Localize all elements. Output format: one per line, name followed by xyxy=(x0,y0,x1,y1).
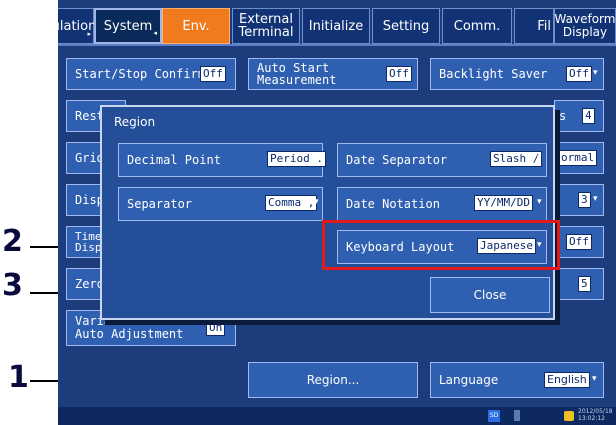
right-setting-row5-value[interactable]: Off xyxy=(566,234,592,250)
callout-marker-2: 2 xyxy=(2,224,23,259)
tab-waveform-display[interactable]: Waveform Display xyxy=(554,8,616,44)
tab-env[interactable]: Env. xyxy=(162,8,230,44)
chevron-down-icon: ▾ xyxy=(592,374,597,384)
tab-file[interactable]: Fil xyxy=(514,8,554,44)
callout-marker-3: 3 xyxy=(2,268,23,303)
tab-comm[interactable]: Comm. xyxy=(442,8,512,44)
device-screen: ulation▸ System◂ Env. External Terminal … xyxy=(58,0,616,425)
usb-icon xyxy=(514,410,520,421)
variable-auto-adjustment-value[interactable]: On xyxy=(206,320,226,336)
tab-initialize[interactable]: Initialize xyxy=(302,8,370,44)
status-bar: SD 2012/05/18 13:02:12 xyxy=(58,407,616,425)
region-button[interactable]: Region... xyxy=(248,362,418,398)
auto-start-measurement-value[interactable]: Off xyxy=(386,66,412,82)
status-datetime: 2012/05/18 13:02:12 xyxy=(578,408,613,422)
separator-value[interactable]: Comma , xyxy=(265,195,318,211)
chevron-down-icon: ▾ xyxy=(537,197,542,207)
tab-underline xyxy=(58,44,616,46)
chevron-down-icon: ▾ xyxy=(537,153,542,163)
language-value[interactable]: English xyxy=(544,372,590,388)
tab-external-terminal[interactable]: External Terminal xyxy=(232,8,300,44)
right-setting-row6-value[interactable]: 5 xyxy=(578,276,591,292)
right-setting-row3-value[interactable]: ormal xyxy=(558,150,598,166)
right-setting-row2[interactable]: s xyxy=(554,100,604,132)
close-button[interactable]: Close xyxy=(430,277,550,313)
region-dialog: Region Decimal Point Period . ▾ Date Sep… xyxy=(100,105,555,320)
right-setting-row4-value[interactable]: 3 xyxy=(578,192,591,208)
right-setting-row2-value[interactable]: 4 xyxy=(582,108,595,124)
backlight-saver-value[interactable]: Off xyxy=(566,66,592,82)
callout-marker-1: 1 xyxy=(8,360,29,395)
keyboard-layout-highlight xyxy=(322,220,560,270)
tab-system[interactable]: System ◂ xyxy=(94,8,162,44)
dialog-title: Region xyxy=(114,115,156,129)
start-stop-confirm-value[interactable]: Off xyxy=(200,66,226,82)
chevron-down-icon: ▾ xyxy=(593,68,598,78)
chevron-down-icon: ▾ xyxy=(314,197,319,207)
date-separator-value[interactable]: Slash / xyxy=(490,151,543,167)
tab-calculation[interactable]: ulation▸ xyxy=(58,8,96,44)
sd-card-icon: SD xyxy=(488,410,500,422)
chevron-down-icon: ▾ xyxy=(593,194,598,204)
date-notation-value[interactable]: YY/MM/DD xyxy=(474,195,533,211)
tab-setting[interactable]: Setting xyxy=(372,8,440,44)
power-icon xyxy=(564,411,574,421)
chevron-down-icon: ▾ xyxy=(314,153,319,163)
